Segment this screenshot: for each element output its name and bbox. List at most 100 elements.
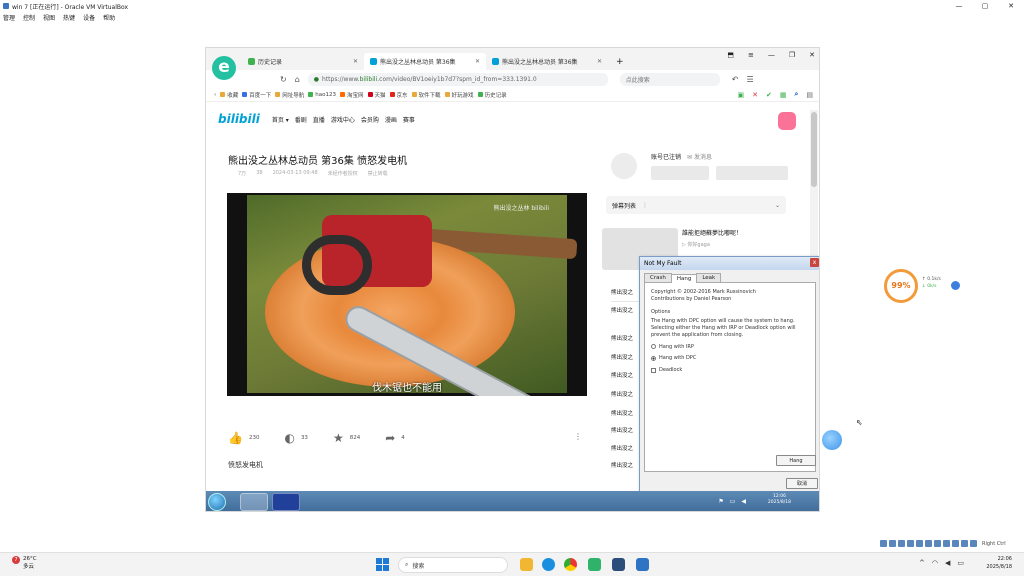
bookmark-games[interactable]: 好玩游戏 <box>444 91 474 99</box>
nav-shop[interactable]: 会员购 <box>361 115 379 124</box>
video-player[interactable]: 熊出没之丛林 bilibili 伐木锯也不能用 <box>227 193 587 396</box>
recommend-title[interactable]: 誰能拒絕蘇夢比嘟呢！ <box>682 228 742 237</box>
menu-devices[interactable]: 设备 <box>83 13 95 22</box>
bookmark-favorites[interactable]: 收藏 <box>220 91 238 99</box>
taskbar-app-window[interactable] <box>272 493 300 511</box>
nav-anime[interactable]: 番剧 <box>295 115 307 124</box>
app-icon[interactable] <box>588 558 601 571</box>
speed-gauge-icon[interactable] <box>951 281 960 290</box>
like-button[interactable]: 👍 230 <box>228 431 259 445</box>
list-item[interactable]: 熊出没之 <box>611 353 633 361</box>
close-icon[interactable]: ✕ <box>597 58 602 65</box>
windows-start-icon[interactable] <box>376 558 389 571</box>
taskbar-search-box[interactable]: ⌕ 搜索 <box>398 557 508 573</box>
bookmark-tmall[interactable]: 天猫 <box>367 91 386 99</box>
status-mouse-icon[interactable] <box>961 540 968 547</box>
dialog-title-bar[interactable]: Not My Fault <box>640 257 819 270</box>
nav-live[interactable]: 直播 <box>313 115 325 124</box>
uploader-name[interactable]: 账号已注销 <box>651 152 681 161</box>
undo-icon[interactable]: ↶ <box>732 75 739 84</box>
list-item[interactable]: 熊出没之 <box>611 444 633 452</box>
weather-widget[interactable]: 7 26°C 多云 <box>12 556 37 571</box>
volume-icon[interactable]: ◀ <box>741 498 746 505</box>
tab-video-active[interactable]: 熊出没之丛林总动员 第36集 ✕ <box>364 53 486 70</box>
edge-icon[interactable] <box>542 558 555 571</box>
status-cpu-icon[interactable] <box>952 540 959 547</box>
search-icon[interactable]: ⌕ <box>794 90 798 99</box>
floating-ball[interactable] <box>822 430 842 450</box>
wifi-icon[interactable]: ◠ <box>932 559 938 567</box>
danmaku-list-bar[interactable]: 弹幕列表 ⋮ ⌄ <box>606 196 786 214</box>
x-icon[interactable]: ✕ <box>752 91 758 99</box>
speed-gauge[interactable]: 99% <box>884 269 918 303</box>
list-item[interactable]: 熊出没之 <box>611 426 633 434</box>
volume-icon[interactable]: ◀ <box>945 559 950 567</box>
bookmark-nav[interactable]: 网址导航 <box>275 91 304 99</box>
bilibili-logo[interactable]: bilibili <box>218 112 260 126</box>
list-item[interactable]: 熊出没之 <box>611 461 633 469</box>
extension-icon[interactable]: ▣ <box>737 91 744 99</box>
status-disk-icon[interactable] <box>880 540 887 547</box>
menu-hotkey[interactable]: 热键 <box>63 13 75 22</box>
image-icon[interactable]: ▦ <box>780 91 787 99</box>
list-item[interactable]: 熊出没之 <box>611 288 633 296</box>
tab-hang[interactable]: Hang <box>670 274 698 283</box>
bookmark-software[interactable]: 软件下载 <box>411 91 441 99</box>
maximize-button[interactable]: ▢ <box>972 0 998 12</box>
more-icon[interactable]: ⋮ <box>574 432 582 441</box>
user-avatar[interactable] <box>778 112 796 130</box>
share-button[interactable]: ➦ 4 <box>385 431 405 445</box>
status-display-icon[interactable] <box>934 540 941 547</box>
taskbar-app-browser[interactable] <box>240 493 268 511</box>
favorite-button[interactable]: ★ 824 <box>333 431 360 445</box>
send-message-button[interactable]: ✉ 发消息 <box>687 152 712 161</box>
menu-view[interactable]: 视图 <box>43 13 55 22</box>
chrome-icon[interactable] <box>564 558 577 571</box>
refresh-icon[interactable]: ↻ <box>280 75 287 84</box>
tab-history[interactable]: 历史记录 ✕ <box>242 53 364 70</box>
home-icon[interactable]: ⌂ <box>295 75 300 84</box>
restore-button[interactable]: ❐ <box>789 51 795 59</box>
battery-icon[interactable]: ▭ <box>957 559 964 567</box>
close-icon[interactable]: ✕ <box>475 58 480 65</box>
option-hang-dpc[interactable]: Hang with DPC <box>651 355 809 362</box>
url-field[interactable]: ● https://www. bilibili .com/video/BV1oeiy… <box>307 72 608 86</box>
file-explorer-icon[interactable] <box>520 558 533 571</box>
menu-icon[interactable]: ≡ <box>748 51 754 59</box>
status-network-icon[interactable] <box>907 540 914 547</box>
nav-esports[interactable]: 赛事 <box>403 115 415 124</box>
bookmark-hao123[interactable]: hao123 <box>308 92 336 98</box>
hang-button[interactable]: Hang <box>776 455 816 466</box>
nav-manga[interactable]: 漫画 <box>385 115 397 124</box>
nav-home[interactable]: 首页 ▾ <box>272 115 289 124</box>
status-audio-icon[interactable] <box>898 540 905 547</box>
close-button[interactable]: ✕ <box>998 0 1024 12</box>
option-hang-irp[interactable]: Hang with IRP <box>651 344 809 351</box>
bookmark-baidu[interactable]: 百度一下 <box>242 91 271 99</box>
status-folder-icon[interactable] <box>925 540 932 547</box>
apps-icon[interactable]: ▤ <box>806 91 813 99</box>
menu-control[interactable]: 控制 <box>23 13 35 22</box>
tab-leak[interactable]: Leak <box>696 273 722 282</box>
status-keyboard-icon[interactable] <box>970 540 977 547</box>
nav-game-center[interactable]: 游戏中心 <box>331 115 355 124</box>
virtualbox-taskbar-icon[interactable] <box>636 558 649 571</box>
menu-manage[interactable]: 管理 <box>3 13 15 22</box>
scrollbar-thumb[interactable] <box>811 112 817 187</box>
list-item[interactable]: 熊出没之 <box>611 371 633 379</box>
guest-clock[interactable]: 12:06 2025/8/18 <box>768 494 791 507</box>
flag-icon[interactable]: ⚑ <box>718 498 723 505</box>
video-tag[interactable]: 愤怒发电机 <box>228 460 263 470</box>
coin-button[interactable]: ◐ 33 <box>284 431 307 445</box>
minimize-button[interactable]: — <box>946 0 972 12</box>
check-icon[interactable]: ✔ <box>766 91 772 99</box>
new-tab-button[interactable]: + <box>608 57 632 70</box>
dialog-close-button[interactable]: x <box>810 258 819 267</box>
option-deadlock[interactable]: Deadlock <box>651 367 809 374</box>
chevron-up-icon[interactable]: ^ <box>919 559 925 567</box>
bookmark-jd[interactable]: 京东 <box>389 91 408 99</box>
uploader-avatar[interactable] <box>611 153 637 179</box>
menu-help[interactable]: 帮助 <box>103 13 115 22</box>
shirt-icon[interactable]: ⬒ <box>727 51 734 59</box>
back-icon[interactable]: ‹ <box>214 92 216 98</box>
